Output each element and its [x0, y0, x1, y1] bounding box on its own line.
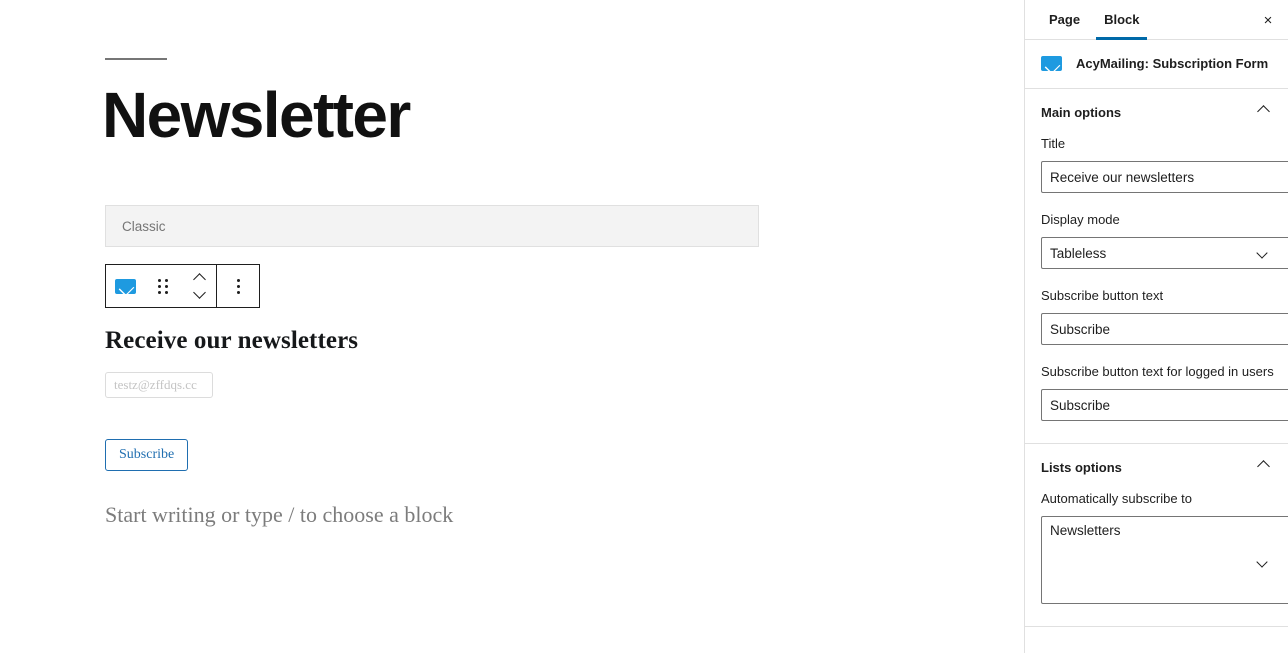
tab-block[interactable]: Block — [1092, 0, 1151, 40]
classic-block[interactable]: Classic — [105, 205, 759, 247]
field-subscribe-button-text-logged-in: Subscribe button text for logged in user… — [1041, 363, 1288, 421]
subscribe-button-text-logged-in-input[interactable] — [1041, 389, 1288, 421]
block-type-button[interactable] — [106, 265, 144, 307]
block-toolbar-secondary-group — [217, 265, 259, 307]
block-card: AcyMailing: Subscription Form — [1025, 40, 1288, 89]
auto-subscribe-listbox-wrap: Newsletters — [1041, 516, 1288, 604]
vertical-dots-icon — [236, 278, 240, 294]
drag-handle-button[interactable] — [144, 265, 182, 307]
display-mode-select[interactable]: Tableless — [1041, 237, 1288, 269]
default-block-appender[interactable]: Start writing or type / to choose a bloc… — [105, 500, 453, 530]
email-input-placeholder: testz@zffdqs.cc — [114, 377, 197, 392]
classic-block-label: Classic — [122, 219, 166, 234]
field-subscribe-button-text-logged-in-label: Subscribe button text for logged in user… — [1041, 364, 1274, 379]
block-editor-screen: Newsletter Classic Receive our newslette… — [0, 0, 1288, 653]
chevron-down-icon[interactable] — [192, 286, 206, 299]
block-card-title: AcyMailing: Subscription Form — [1076, 56, 1269, 71]
block-movers[interactable] — [182, 265, 216, 307]
title-input[interactable] — [1041, 161, 1288, 193]
email-input[interactable]: testz@zffdqs.cc — [105, 372, 213, 398]
panel-title: Lists options — [1041, 459, 1122, 475]
block-toolbar — [105, 264, 260, 308]
panel-title: Main options — [1041, 104, 1122, 120]
display-mode-select-wrap: Tableless — [1041, 237, 1288, 269]
title-decorative-rule — [105, 58, 167, 60]
drag-handle-icon — [158, 278, 168, 294]
field-auto-subscribe-label: Automatically subscribe to — [1041, 491, 1193, 506]
field-display-mode: Display mode Tableless — [1041, 211, 1288, 269]
subscription-form-preview[interactable]: Receive our newsletters testz@zffdqs.cc … — [105, 324, 765, 471]
field-title: Title — [1041, 135, 1288, 193]
chevron-up-icon — [1257, 459, 1270, 473]
close-icon[interactable]: × — [1252, 4, 1284, 36]
auto-subscribe-listbox[interactable]: Newsletters — [1041, 516, 1288, 604]
chevron-up-icon[interactable] — [192, 273, 206, 286]
sidebar-tabs: Page Block × — [1025, 0, 1288, 40]
block-toolbar-primary-group — [106, 265, 216, 307]
more-options-button[interactable] — [217, 265, 259, 307]
subscribe-button-text-input[interactable] — [1041, 313, 1288, 345]
list-item[interactable]: Newsletters — [1050, 521, 1288, 541]
field-subscribe-button-text-label: Subscribe button text — [1041, 288, 1164, 303]
settings-sidebar: Page Block × AcyMailing: Subscription Fo… — [1024, 0, 1288, 653]
panel-lists-options: Lists options Automatically subscribe to… — [1025, 444, 1288, 627]
envelope-icon — [1041, 56, 1062, 71]
page-title[interactable]: Newsletter — [102, 78, 411, 152]
panel-main-options: Main options Title Display mode Tableles… — [1025, 89, 1288, 444]
field-auto-subscribe: Automatically subscribe to Newsletters — [1041, 490, 1288, 604]
editor-canvas: Newsletter Classic Receive our newslette… — [0, 0, 1024, 653]
tab-page[interactable]: Page — [1037, 0, 1092, 39]
form-heading: Receive our newsletters — [105, 327, 359, 354]
subscribe-button[interactable]: Subscribe — [105, 439, 189, 471]
field-title-label: Title — [1041, 136, 1066, 151]
envelope-icon — [114, 278, 136, 294]
panel-lists-options-header[interactable]: Lists options — [1041, 444, 1272, 490]
chevron-up-icon — [1257, 104, 1270, 118]
field-subscribe-button-text: Subscribe button text — [1041, 287, 1288, 345]
panel-main-options-header[interactable]: Main options — [1041, 89, 1272, 135]
field-display-mode-label: Display mode — [1041, 212, 1120, 227]
